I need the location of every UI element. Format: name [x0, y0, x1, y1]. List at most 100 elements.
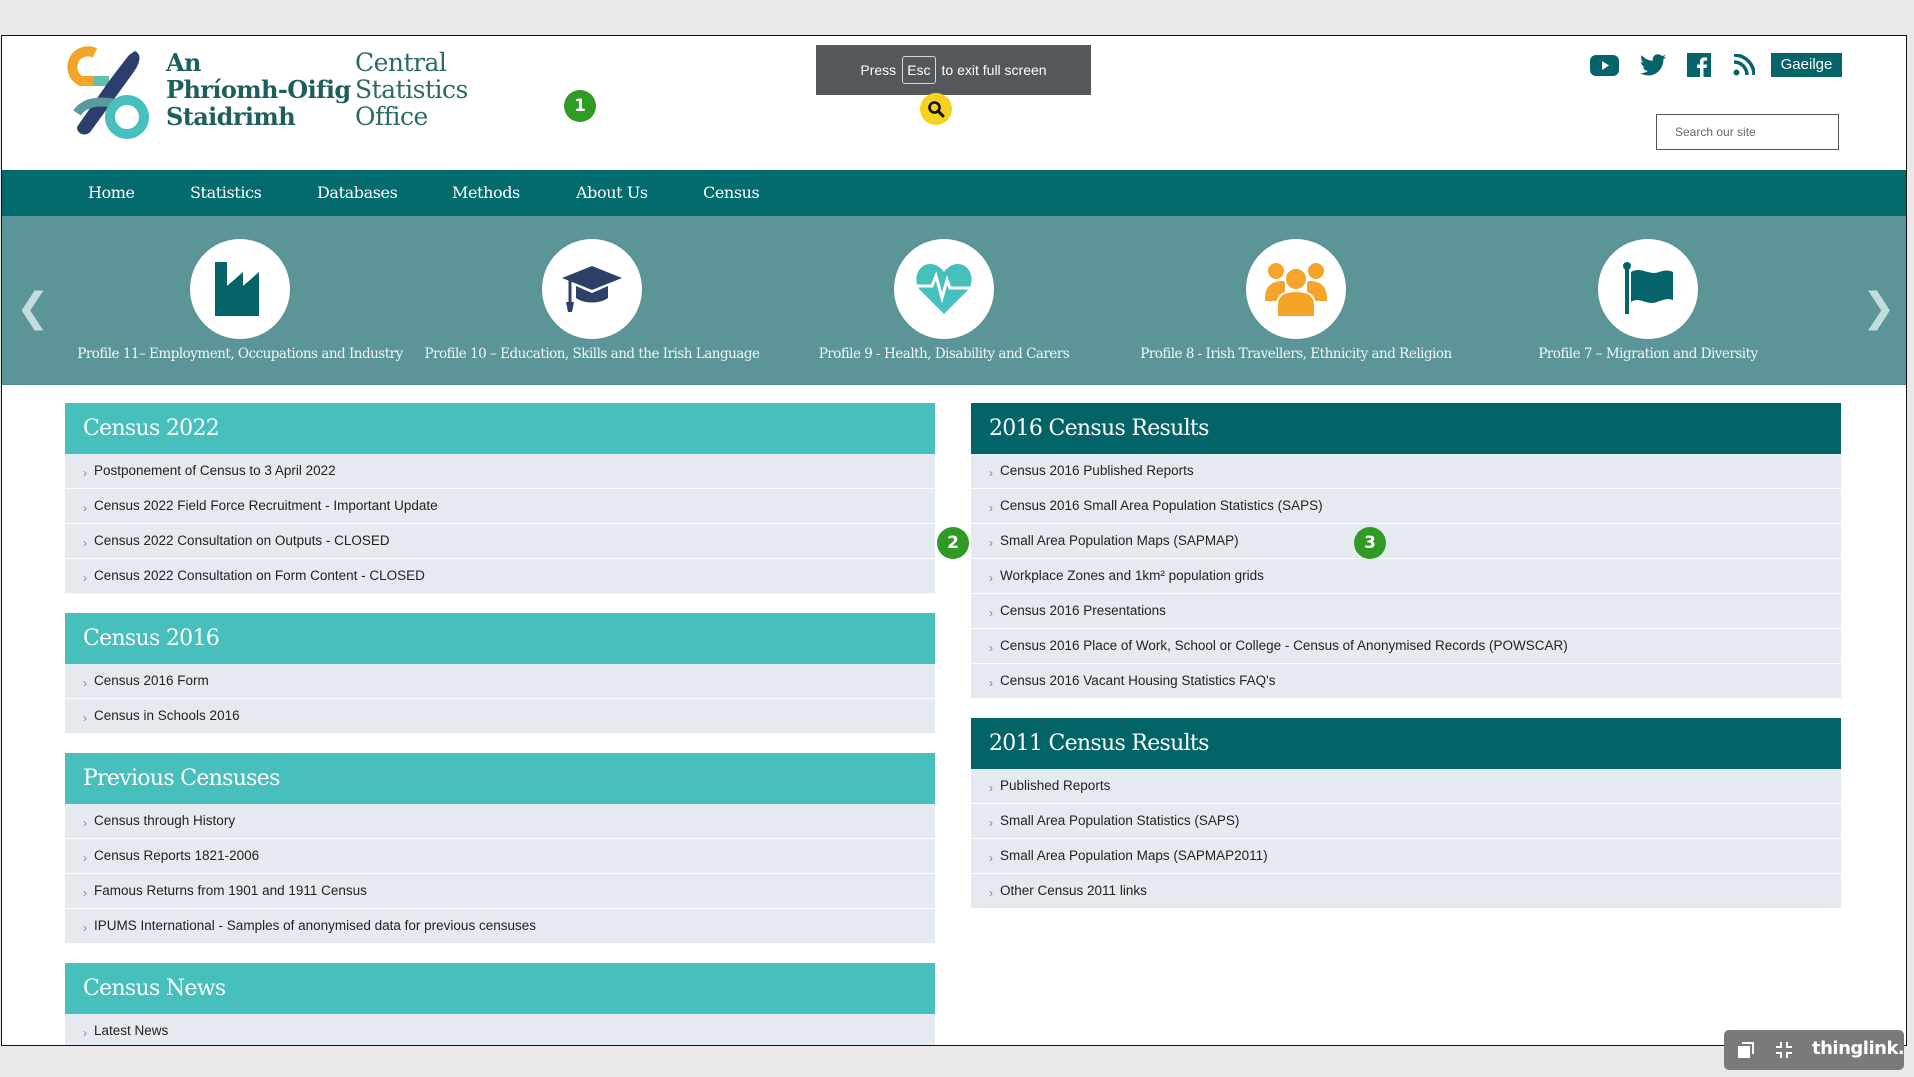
chevron-right-icon: › — [83, 1026, 87, 1040]
carousel-slide[interactable]: Profile 7 – Migration and Diversity — [1478, 239, 1818, 362]
brand-english-line: Statistics — [355, 75, 468, 104]
list-item[interactable]: › Census 2016 Published Reports — [971, 454, 1841, 489]
list-item[interactable]: › Small Area Population Statistics (SAPS) — [971, 804, 1841, 839]
list-item-label: Postponement of Census to 3 April 2022 — [94, 463, 336, 478]
list-item[interactable]: › Census Reports 1821-2006 — [65, 839, 935, 874]
list-item-label: Census 2016 Vacant Housing Statistics FA… — [1000, 673, 1276, 688]
list-item-label: Census 2016 Place of Work, School or Col… — [1000, 638, 1568, 653]
slide-label: Profile 7 – Migration and Diversity — [1538, 346, 1758, 362]
chevron-right-icon: › — [989, 466, 993, 480]
chevron-right-icon: › — [83, 921, 87, 935]
chevron-right-icon: › — [83, 571, 87, 585]
panel-title: 2016 Census Results — [971, 403, 1841, 454]
rss-icon[interactable] — [1733, 53, 1755, 77]
panel-title: Previous Censuses — [65, 753, 935, 804]
nav-item-home[interactable]: Home — [88, 170, 135, 216]
brand-irish-line: An — [166, 48, 201, 77]
cso-logo[interactable] — [65, 43, 151, 143]
chevron-right-icon: › — [83, 816, 87, 830]
panel-title: Census 2016 — [65, 613, 935, 664]
list-item[interactable]: › Census 2022 Consultation on Form Conten… — [65, 559, 935, 594]
slide-label: Profile 11– Employment, Occupations and … — [77, 346, 403, 362]
list-item-label: Census 2022 Field Force Recruitment - Im… — [94, 498, 438, 513]
list-item[interactable]: › Published Reports — [971, 769, 1841, 804]
profile-carousel: ❮ ❯ Profile 11– Employment, Occupations … — [2, 216, 1906, 385]
nav-item-databases[interactable]: Databases — [317, 170, 398, 216]
list-item[interactable]: › Postponement of Census to 3 April 2022 — [65, 454, 935, 489]
list-item-label: Famous Returns from 1901 and 1911 Census — [94, 883, 367, 898]
hotspot-marker[interactable]: 1 — [564, 90, 596, 122]
magnifier-icon[interactable] — [920, 93, 952, 125]
nav-item-about-us[interactable]: About Us — [576, 170, 648, 216]
list-item[interactable]: › Census 2016 Place of Work, School or Co… — [971, 629, 1841, 664]
chevron-right-icon: › — [989, 676, 993, 690]
list-item-label: Workplace Zones and 1km² population grid… — [1000, 568, 1264, 583]
list-item[interactable]: › Census 2016 Small Area Population Stati… — [971, 489, 1841, 524]
chevron-right-icon: › — [989, 571, 993, 585]
list-item[interactable]: › Small Area Population Maps (SAPMAP2011) — [971, 839, 1841, 874]
list-item[interactable]: › Census 2022 Field Force Recruitment - I… — [65, 489, 935, 524]
hotspot-marker[interactable]: 2 — [937, 527, 969, 559]
brand-name-english: Central Statistics Office — [355, 49, 468, 130]
youtube-icon[interactable] — [1590, 53, 1619, 77]
chevron-right-icon[interactable]: ❯ — [1862, 288, 1896, 328]
list-item-label: Census 2016 Form — [94, 673, 209, 688]
twitter-icon[interactable] — [1640, 53, 1666, 77]
chevron-right-icon: › — [83, 536, 87, 550]
list-item[interactable]: › Workplace Zones and 1km² population gri… — [971, 559, 1841, 594]
chevron-right-icon: › — [989, 851, 993, 865]
panel-census-2016: Census 2016 › Census 2016 Form › Census in… — [65, 613, 935, 734]
list-item[interactable]: › Famous Returns from 1901 and 1911 Censu… — [65, 874, 935, 909]
chevron-left-icon[interactable]: ❮ — [16, 288, 50, 328]
thinglink-logo[interactable]: thinglink. — [1812, 1038, 1905, 1059]
list-item-label: Published Reports — [1000, 778, 1111, 793]
slide-label: Profile 8 - Irish Travellers, Ethnicity … — [1140, 346, 1452, 362]
panel-previous-censuses: Previous Censuses › Census through Histor… — [65, 753, 935, 944]
list-item[interactable]: › Census 2016 Form — [65, 664, 935, 699]
hotspot-marker[interactable]: 3 — [1354, 527, 1386, 559]
brand-english-line: Central — [355, 48, 447, 77]
list-item[interactable]: › Other Census 2011 links — [971, 874, 1841, 909]
list-item[interactable]: › Census through History — [65, 804, 935, 839]
chevron-right-icon: › — [989, 536, 993, 550]
list-item-label: Census 2016 Small Area Population Statis… — [1000, 498, 1323, 513]
carousel-slide[interactable]: Profile 9 - Health, Disability and Carer… — [774, 239, 1114, 362]
chevron-right-icon: › — [83, 711, 87, 725]
panel-title: Census 2022 — [65, 403, 935, 454]
list-item[interactable]: › Census 2016 Presentations — [971, 594, 1841, 629]
panel-2016-census-results: 2016 Census Results › Census 2016 Publish… — [971, 403, 1841, 699]
facebook-icon[interactable] — [1687, 53, 1711, 77]
list-item-label: Census 2016 Published Reports — [1000, 463, 1194, 478]
chevron-right-icon: › — [989, 606, 993, 620]
list-item-label: Small Area Population Statistics (SAPS) — [1000, 813, 1240, 828]
nav-item-statistics[interactable]: Statistics — [190, 170, 262, 216]
brand-name-irish: An Phríomh-Oifig Staidrimh — [166, 49, 351, 130]
carousel-slide[interactable]: Profile 10 – Education, Skills and the I… — [422, 239, 762, 362]
exit-fullscreen-icon[interactable] — [1774, 1040, 1794, 1065]
list-item-label: Census 2022 Consultation on Form Content… — [94, 568, 425, 583]
slide-label: Profile 10 – Education, Skills and the I… — [424, 346, 760, 362]
list-item[interactable]: › Census in Schools 2016 — [65, 699, 935, 734]
list-item[interactable]: › IPUMS International - Samples of anonym… — [65, 909, 935, 944]
list-item-label: Latest News — [94, 1023, 169, 1038]
toast-text: to exit full screen — [941, 62, 1047, 78]
panel-title: 2011 Census Results — [971, 718, 1841, 769]
chevron-right-icon: › — [83, 501, 87, 515]
chevron-right-icon: › — [83, 676, 87, 690]
search-input[interactable] — [1656, 114, 1839, 150]
copy-icon[interactable] — [1736, 1040, 1756, 1065]
nav-item-census[interactable]: Census — [703, 170, 760, 216]
list-item[interactable]: › Census 2022 Consultation on Outputs - C… — [65, 524, 935, 559]
list-item[interactable]: › Census 2016 Vacant Housing Statistics F… — [971, 664, 1841, 699]
panel-title: Census News — [65, 963, 935, 1014]
list-item-label: Census in Schools 2016 — [94, 708, 240, 723]
carousel-slide[interactable]: Profile 8 - Irish Travellers, Ethnicity … — [1126, 239, 1466, 362]
gaeilge-language-button[interactable]: Gaeilge — [1771, 53, 1842, 77]
list-item[interactable]: › Latest News — [65, 1014, 935, 1045]
heart-pulse-icon — [894, 239, 994, 339]
nav-item-methods[interactable]: Methods — [452, 170, 520, 216]
chevron-right-icon: › — [989, 816, 993, 830]
list-item[interactable]: › Small Area Population Maps (SAPMAP) — [971, 524, 1841, 559]
esc-key-badge: Esc — [902, 56, 936, 84]
carousel-slide[interactable]: Profile 11– Employment, Occupations and … — [70, 239, 410, 362]
